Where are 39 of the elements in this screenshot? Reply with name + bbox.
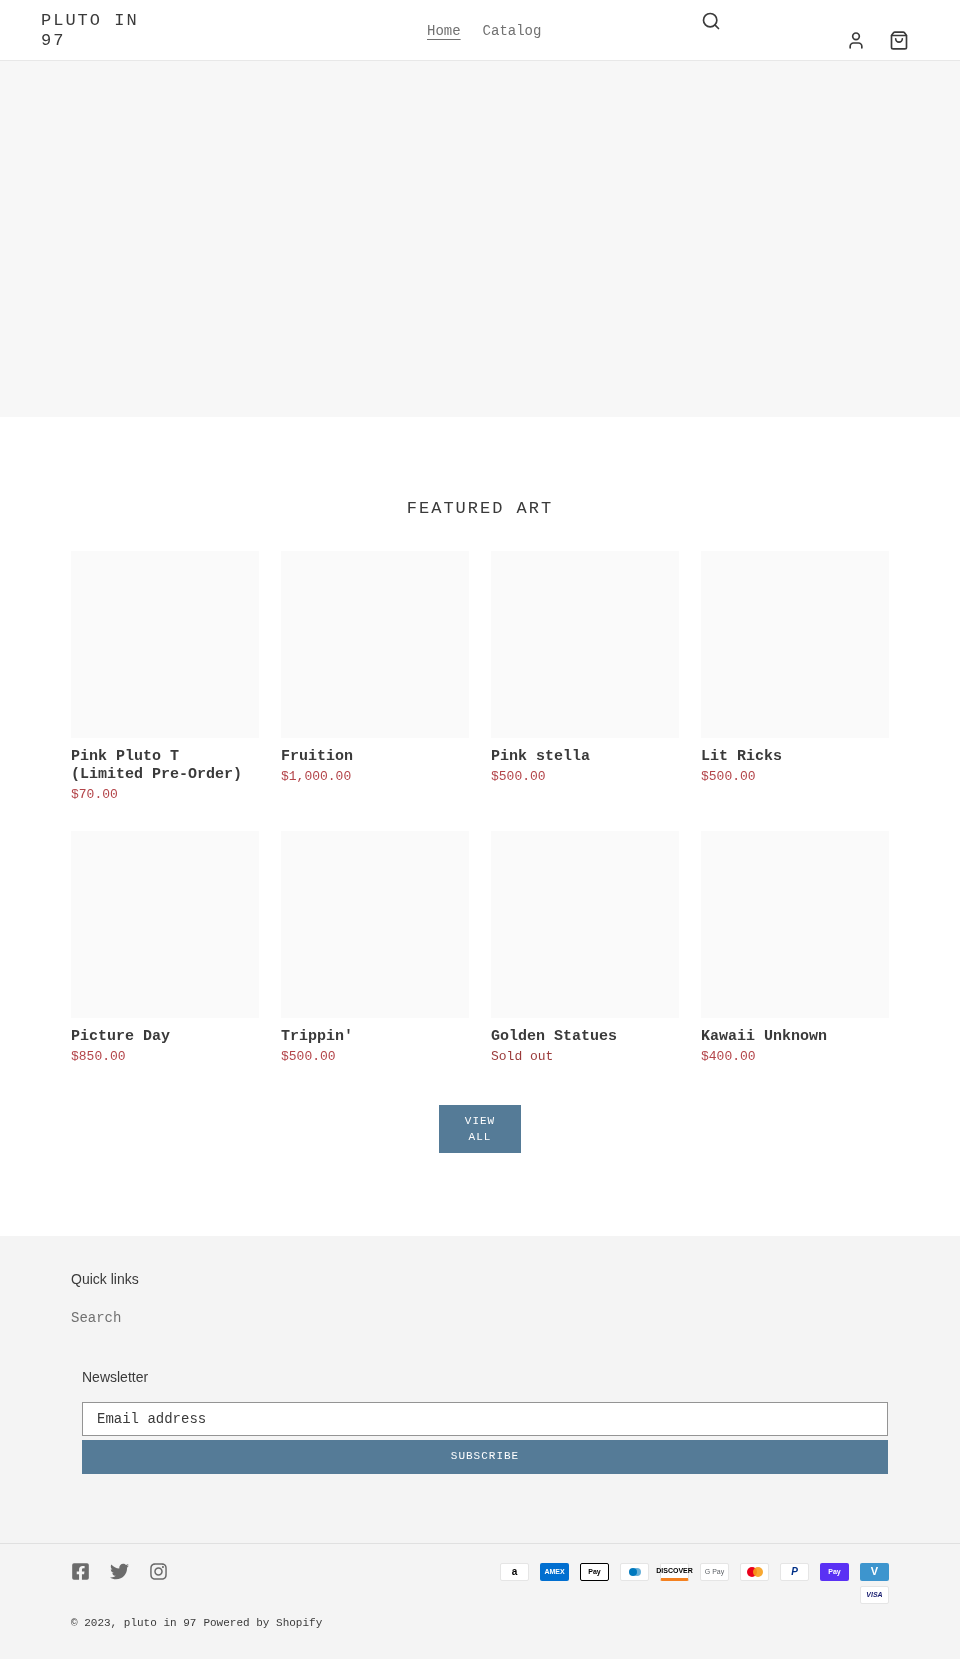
twitter-icon[interactable] [110,1561,129,1581]
nav-link[interactable]: Home [427,21,461,42]
product-price: $850.00 [71,1048,127,1066]
nav-link[interactable]: Catalog [482,21,542,42]
copyright-text: © 2023, pluto in 97 [71,1615,197,1631]
cart-icon[interactable] [889,30,909,51]
product-title[interactable]: Fruition [281,747,469,766]
search-icon[interactable] [701,11,721,31]
product-price: $70.00 [71,785,119,804]
product-title[interactable]: Golden Statues [491,1028,679,1046]
store-logo[interactable]: PLUTO IN 97 [41,11,151,51]
payment-badge: a [500,1562,529,1581]
footer-link[interactable]: Search [71,1307,889,1329]
payment-badge: P [780,1562,809,1581]
product-price: $500.00 [281,1048,337,1066]
subscribe-button[interactable]: SUBSCRIBE [82,1439,888,1474]
product-title[interactable]: Lit Ricks [701,747,889,766]
product-price: $400.00 [701,1048,757,1066]
facebook-icon[interactable] [71,1561,90,1581]
instagram-icon[interactable] [149,1561,168,1581]
mastercard-icon [746,1566,763,1577]
section-title: FEATURED ART [406,498,554,520]
product-title[interactable]: Picture Day [71,1028,259,1046]
footer-heading: Quick links [71,1269,140,1289]
product-price: $500.00 [701,767,757,786]
product-price: Sold out [491,1048,555,1066]
footer-heading: Newsletter [82,1367,150,1387]
product-title[interactable]: Kawaii Unknown [701,1028,889,1046]
account-icon[interactable] [846,30,866,51]
product-price: $500.00 [491,767,547,786]
powered-by-link[interactable]: Powered by Shopify [203,1614,323,1631]
product-title[interactable]: Trippin' [281,1028,469,1046]
payment-badge: V [860,1562,889,1581]
product-title[interactable]: Pink stella [491,747,679,766]
email-field[interactable]: Email address [82,1401,888,1436]
product-price: $1,000.00 [281,767,353,786]
diners-icon [627,1566,642,1577]
product-title[interactable]: Pink Pluto T (Limited Pre-Order) [71,747,259,784]
view-all-button[interactable]: VIEW ALL [439,1104,521,1153]
